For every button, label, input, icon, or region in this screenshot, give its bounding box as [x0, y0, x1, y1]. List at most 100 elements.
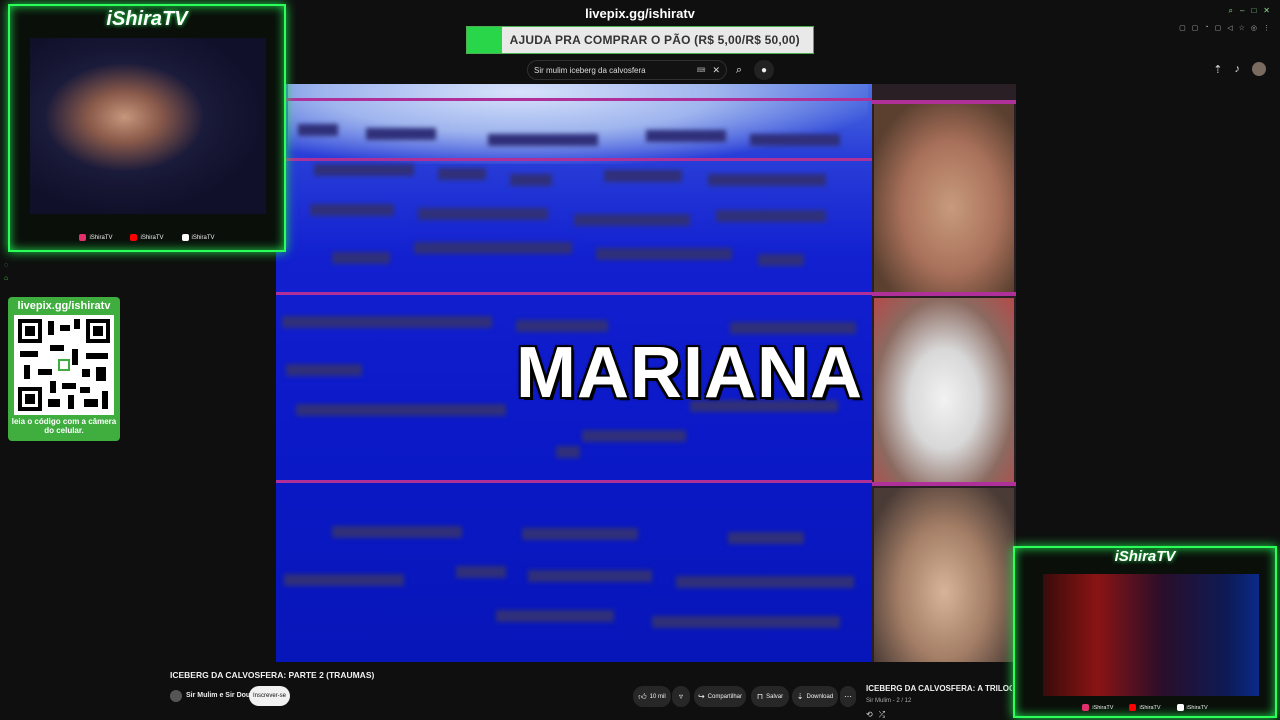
social-instagram: iShiraTV [79, 234, 112, 241]
dislike-button[interactable]: ▿ [672, 686, 690, 707]
blurred-label [496, 610, 614, 622]
avatar[interactable] [1252, 62, 1266, 76]
blurred-label [282, 316, 492, 328]
blurred-label [574, 214, 690, 226]
like-count: 10 mil [649, 693, 666, 700]
playlist-title[interactable]: ICEBERG DA CALVOSFERA: A TRILOGIA (e I [866, 684, 1012, 693]
browser-toolbar-icons: ▢ ▢ ◔ ▢ ◁ ☆ ◎ ⋮ [1179, 24, 1270, 32]
qr-module [20, 351, 38, 357]
search-icon: ⌕ [735, 63, 743, 76]
tier-divider [276, 158, 872, 161]
download-button[interactable]: ⇣ Download [792, 686, 838, 707]
donation-qr-panel: livepix.gg/ishiratv leia o código com a … [8, 297, 120, 441]
social-links: iShiraTV iShiraTV iShiraTV [10, 234, 284, 241]
more-icon: ⋯ [844, 692, 852, 701]
qr-code [14, 315, 114, 415]
qr-url: livepix.gg/ishiratv [17, 300, 111, 312]
channel-name[interactable]: Sir Mulim e Sir Doux [186, 692, 254, 699]
search-icon[interactable]: ⌕ [1229, 6, 1233, 16]
webcam-feed [1043, 574, 1259, 696]
video-title: ICEBERG DA CALVOSFERA: PARTE 2 (TRAUMAS) [170, 670, 375, 680]
qr-logo [58, 359, 70, 371]
refresh-icon[interactable]: ◌ [4, 262, 8, 269]
extension-icon[interactable]: ▢ [1192, 24, 1199, 32]
qr-module [82, 369, 90, 377]
social-instagram: iShiraTV [1082, 704, 1113, 711]
blurred-label [708, 174, 826, 186]
blurred-label [750, 134, 840, 146]
qr-module [72, 349, 78, 365]
blurred-label [758, 254, 804, 266]
maximize-icon[interactable]: □ [1251, 6, 1256, 16]
clear-search-icon[interactable]: ✕ [712, 65, 720, 76]
bookmark-icon: ⊓ [756, 692, 764, 701]
blurred-label [556, 446, 580, 458]
tiktok-icon [181, 234, 189, 241]
save-label: Salvar [766, 693, 784, 700]
blurred-label [582, 430, 686, 442]
qr-module [102, 391, 108, 409]
like-button[interactable]: 👍︎ 10 mil [633, 686, 671, 707]
social-tiktok: iShiraTV [181, 234, 215, 241]
blurred-label [438, 168, 486, 180]
blurred-label [310, 204, 394, 216]
search-query: Sir mulim iceberg da calvosfera [534, 65, 646, 75]
save-button[interactable]: ⊓ Salvar [751, 686, 789, 707]
home-icon[interactable]: ⌂ [4, 275, 8, 282]
blurred-label [728, 532, 804, 544]
menu-icon[interactable]: ⋮ [1263, 24, 1270, 32]
video-player[interactable]: MARIANA [276, 84, 1016, 662]
star-icon[interactable]: ☆ [1239, 24, 1245, 32]
loop-icon[interactable]: ⟲ [866, 710, 873, 720]
search-button[interactable]: ⌕ [729, 60, 749, 80]
share-label: Compartilhar [707, 693, 743, 700]
sidebar-icons: ◌ ⌂ [4, 262, 8, 282]
voice-search-button[interactable]: ● [754, 60, 774, 80]
microphone-icon: ● [760, 64, 768, 76]
download-icon: ⇣ [796, 692, 804, 701]
header-actions: ⇡ ♪ [1213, 62, 1266, 76]
blurred-label [646, 130, 726, 142]
qr-module [25, 326, 35, 336]
qr-module [24, 365, 30, 379]
social-tiktok: iShiraTV [1176, 704, 1208, 711]
share-icon: ↪ [697, 692, 705, 701]
more-actions-button[interactable]: ⋯ [840, 686, 856, 707]
donation-goal-fill [467, 27, 502, 53]
qr-module [25, 394, 35, 404]
blurred-label [522, 528, 638, 540]
shuffle-icon[interactable]: ⤮ [879, 710, 885, 720]
window-controls: ⌕ – □ ✕ [1229, 6, 1270, 16]
extension-icon[interactable]: ◁ [1227, 24, 1232, 32]
blurred-label [298, 124, 338, 136]
channel-avatar[interactable] [170, 690, 182, 702]
tier-divider [276, 480, 872, 483]
bell-icon[interactable]: ♪ [1235, 63, 1241, 75]
social-youtube: iShiraTV [130, 234, 164, 241]
extension-icon[interactable]: ◎ [1251, 24, 1257, 32]
qr-module [48, 321, 54, 335]
minimize-icon[interactable]: – [1240, 6, 1244, 16]
extension-icon[interactable]: ◔ [1204, 24, 1208, 32]
blurred-label [366, 128, 436, 140]
face-divider [872, 292, 1016, 296]
blurred-label [414, 242, 572, 254]
download-label: Download [806, 693, 834, 700]
subscribe-button[interactable]: Inscrever-se [249, 686, 290, 706]
youtube-icon [130, 234, 138, 241]
instagram-icon [79, 234, 87, 241]
keyboard-icon[interactable]: ⌨ [697, 67, 706, 74]
blurred-label [286, 364, 362, 376]
social-youtube: iShiraTV [1129, 704, 1161, 711]
share-button[interactable]: ↪ Compartilhar [694, 686, 746, 707]
search-input[interactable]: Sir mulim iceberg da calvosfera ⌨ ✕ [527, 60, 727, 80]
blurred-label [284, 574, 404, 586]
upload-icon[interactable]: ⇡ [1213, 63, 1222, 76]
tier-divider [276, 292, 872, 295]
close-icon[interactable]: ✕ [1263, 6, 1270, 16]
blurred-label [596, 248, 732, 260]
qr-module [74, 319, 80, 329]
webcam-feed [30, 38, 266, 214]
extension-icon[interactable]: ▢ [1179, 24, 1186, 32]
extension-icon[interactable]: ▢ [1215, 24, 1222, 32]
